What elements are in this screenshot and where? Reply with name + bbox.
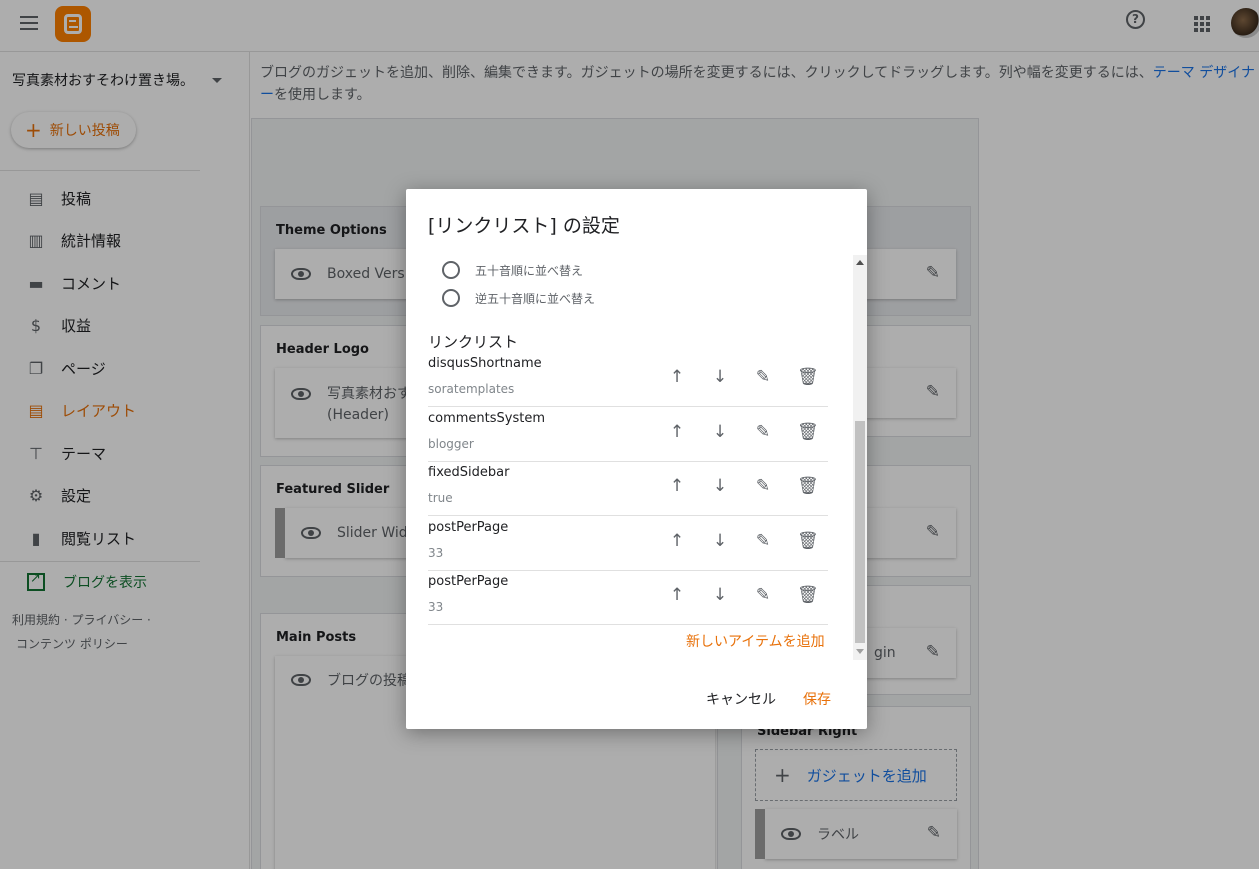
arrow-down-icon[interactable]: ↓: [710, 585, 730, 605]
arrow-down-icon[interactable]: ↓: [710, 476, 730, 496]
edit-icon[interactable]: ✎: [753, 367, 773, 387]
link-list-row: postPerPage 33 ↑ ↓ ✎ 🗑: [428, 571, 828, 625]
sort-option-label: 五十音順に並べ替え: [475, 263, 584, 278]
link-list-row: disqusShortname soratemplates ↑ ↓ ✎ 🗑: [428, 353, 828, 407]
link-list-label: リンクリスト: [428, 333, 519, 351]
dialog-body: 五十音順に並べ替え 逆五十音順に並べ替え リンクリスト disqusShortn…: [406, 255, 867, 660]
link-value: soratemplates: [428, 382, 515, 396]
delete-icon[interactable]: 🗑: [797, 476, 819, 496]
link-value: true: [428, 491, 453, 505]
arrow-up-icon[interactable]: ↑: [667, 531, 687, 551]
link-name: disqusShortname: [428, 356, 542, 371]
save-button[interactable]: 保存: [803, 689, 831, 709]
arrow-down-icon[interactable]: ↓: [710, 367, 730, 387]
link-name: fixedSidebar: [428, 465, 510, 480]
arrow-down-icon[interactable]: ↓: [710, 422, 730, 442]
dialog-title: [リンクリスト] の設定: [428, 215, 620, 237]
link-list-row: postPerPage 33 ↑ ↓ ✎ 🗑: [428, 517, 828, 571]
sort-option-alpha[interactable]: 五十音順に並べ替え: [442, 261, 583, 279]
radio-button[interactable]: [442, 289, 460, 307]
edit-icon[interactable]: ✎: [753, 476, 773, 496]
delete-icon[interactable]: 🗑: [797, 422, 819, 442]
link-value: 33: [428, 600, 444, 614]
sort-option-reverse[interactable]: 逆五十音順に並べ替え: [442, 289, 595, 307]
delete-icon[interactable]: 🗑: [797, 367, 819, 387]
linklist-settings-dialog: [リンクリスト] の設定 五十音順に並べ替え 逆五十音順に並べ替え リンクリスト…: [406, 189, 867, 729]
cancel-button[interactable]: キャンセル: [706, 689, 776, 709]
add-item-button[interactable]: 新しいアイテムを追加: [686, 631, 825, 651]
radio-button[interactable]: [442, 261, 460, 279]
delete-icon[interactable]: 🗑: [797, 531, 819, 551]
arrow-up-icon[interactable]: ↑: [667, 476, 687, 496]
sort-option-label: 逆五十音順に並べ替え: [475, 291, 596, 306]
edit-icon[interactable]: ✎: [753, 422, 773, 442]
arrow-up-icon[interactable]: ↑: [667, 367, 687, 387]
edit-icon[interactable]: ✎: [753, 531, 773, 551]
link-value: 33: [428, 545, 444, 560]
scroll-thumb[interactable]: [855, 421, 865, 643]
edit-icon[interactable]: ✎: [753, 585, 773, 605]
scroll-down-icon[interactable]: [856, 649, 864, 654]
scroll-up-icon[interactable]: [856, 260, 864, 265]
link-value: blogger: [428, 436, 474, 451]
link-list-row: fixedSidebar true ↑ ↓ ✎ 🗑: [428, 462, 828, 516]
link-list-row: commentsSystem blogger ↑ ↓ ✎ 🗑: [428, 408, 828, 462]
arrow-up-icon[interactable]: ↑: [667, 585, 687, 605]
dialog-scrollbar[interactable]: [853, 255, 867, 660]
arrow-down-icon[interactable]: ↓: [710, 531, 730, 551]
delete-icon[interactable]: 🗑: [797, 585, 819, 605]
arrow-up-icon[interactable]: ↑: [667, 422, 687, 442]
link-name: commentsSystem: [428, 410, 546, 426]
link-name: postPerPage: [428, 519, 509, 535]
link-name: postPerPage: [428, 574, 509, 589]
